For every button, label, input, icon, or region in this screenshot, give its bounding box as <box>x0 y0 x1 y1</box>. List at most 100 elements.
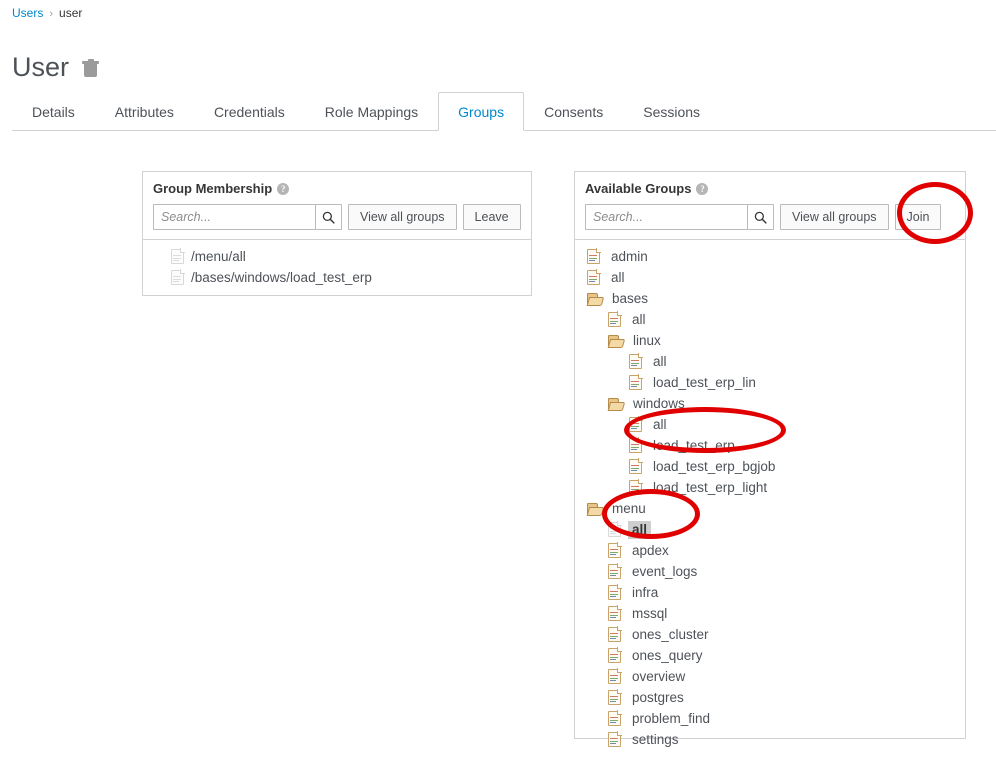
file-icon <box>608 710 622 726</box>
tree-node-apdex[interactable]: apdex <box>575 540 965 561</box>
file-icon <box>587 269 601 285</box>
tab-bar: Details Attributes Credentials Role Mapping… <box>12 92 996 131</box>
tree-node-label: postgres <box>632 689 684 705</box>
file-icon <box>608 542 622 558</box>
tree-node-all[interactable]: all <box>575 267 965 288</box>
tab-label: Details <box>32 104 75 120</box>
tab-sessions[interactable]: Sessions <box>623 92 720 131</box>
tree-node-overview[interactable]: overview <box>575 666 965 687</box>
search-icon <box>322 211 335 224</box>
membership-view-all-groups-button[interactable]: View all groups <box>348 204 457 230</box>
tree-node-bases[interactable]: bases <box>575 288 965 309</box>
file-icon <box>171 248 185 264</box>
tree-node-label: all <box>653 416 667 432</box>
help-icon[interactable]: ? <box>696 182 709 195</box>
tab-role-mappings[interactable]: Role Mappings <box>305 92 438 131</box>
file-icon <box>608 521 622 537</box>
leave-button[interactable]: Leave <box>462 204 521 230</box>
available-view-all-groups-button[interactable]: View all groups <box>780 204 889 230</box>
tree-node-linux[interactable]: linux <box>575 330 965 351</box>
available-search-button[interactable] <box>747 204 774 230</box>
membership-list-item[interactable]: /bases/windows/load_test_erp <box>143 267 531 288</box>
breadcrumb-separator: › <box>49 8 54 20</box>
page-title-row: User <box>12 50 100 84</box>
tree-node-ones_query[interactable]: ones_query <box>575 645 965 666</box>
group-membership-title-row: Group Membership ? <box>153 180 521 197</box>
tree-node-load_test_erp[interactable]: load_test_erp <box>575 435 965 456</box>
tree-node-label: bases <box>612 290 649 306</box>
file-icon <box>608 626 622 642</box>
folder-open-icon <box>586 292 605 305</box>
membership-list-item[interactable]: /menu/all <box>143 246 531 267</box>
tree-node-label: overview <box>632 668 686 684</box>
tree-node-label: linux <box>633 332 661 348</box>
file-icon <box>608 563 622 579</box>
tree-node-settings[interactable]: settings <box>575 729 965 749</box>
available-search-group <box>585 204 774 230</box>
tab-details[interactable]: Details <box>12 92 95 131</box>
folder-open-icon <box>586 502 605 515</box>
tree-node-all[interactable]: all <box>575 519 965 540</box>
membership-item-label: /bases/windows/load_test_erp <box>191 270 372 285</box>
file-icon <box>171 269 185 285</box>
available-search-input[interactable] <box>585 204 747 230</box>
tree-node-label: ones_cluster <box>632 626 709 642</box>
tree-node-label: infra <box>632 584 659 600</box>
tree-node-mssql[interactable]: mssql <box>575 603 965 624</box>
tree-node-windows[interactable]: windows <box>575 393 965 414</box>
breadcrumb-current: user <box>59 6 83 20</box>
tree-node-label: problem_find <box>632 710 711 726</box>
tab-credentials[interactable]: Credentials <box>194 92 305 131</box>
file-icon <box>608 689 622 705</box>
file-icon <box>608 584 622 600</box>
tab-attributes[interactable]: Attributes <box>95 92 194 131</box>
tree-node-all[interactable]: all <box>575 351 965 372</box>
join-button[interactable]: Join <box>894 204 942 230</box>
membership-search-button[interactable] <box>315 204 342 230</box>
folder-open-icon <box>607 334 626 347</box>
tree-node-load_test_erp_bgjob[interactable]: load_test_erp_bgjob <box>575 456 965 477</box>
tree-node-label: settings <box>632 731 679 747</box>
tree-node-label: ones_query <box>632 647 703 663</box>
tree-node-all[interactable]: all <box>575 309 965 330</box>
file-icon <box>608 311 622 327</box>
available-groups-header: Available Groups ? View all groups Join <box>575 172 965 239</box>
tab-label: Consents <box>544 104 604 120</box>
tab-label: Role Mappings <box>324 104 419 120</box>
tree-node-infra[interactable]: infra <box>575 582 965 603</box>
group-membership-header: Group Membership ? View all groups Leave <box>143 172 531 239</box>
tree-node-admin[interactable]: admin <box>575 246 965 267</box>
tree-node-all[interactable]: all <box>575 414 965 435</box>
help-icon[interactable]: ? <box>277 182 290 195</box>
page-title: User <box>12 52 70 82</box>
membership-search-input[interactable] <box>153 204 315 230</box>
tree-node-label: all <box>632 311 646 327</box>
tab-groups[interactable]: Groups <box>438 92 525 131</box>
tree-node-label: mssql <box>632 605 668 621</box>
available-groups-title: Available Groups <box>585 181 692 196</box>
tree-node-label: load_test_erp_bgjob <box>653 458 776 474</box>
breadcrumb-link-users[interactable]: Users <box>12 6 43 20</box>
tree-node-load_test_erp_light[interactable]: load_test_erp_light <box>575 477 965 498</box>
tree-node-label: load_test_erp_lin <box>653 374 756 390</box>
tab-label: Sessions <box>643 104 701 120</box>
file-icon <box>587 248 601 264</box>
folder-open-icon <box>607 397 626 410</box>
file-icon <box>629 416 643 432</box>
tree-node-problem_find[interactable]: problem_find <box>575 708 965 729</box>
file-icon <box>629 353 643 369</box>
membership-search-group <box>153 204 342 230</box>
group-membership-title: Group Membership <box>153 181 273 196</box>
tree-node-label: all <box>628 520 652 539</box>
tree-node-postgres[interactable]: postgres <box>575 687 965 708</box>
tree-node-menu[interactable]: menu <box>575 498 965 519</box>
file-icon <box>608 668 622 684</box>
tab-label: Attributes <box>114 104 174 120</box>
tab-label: Credentials <box>213 104 285 120</box>
tree-node-event_logs[interactable]: event_logs <box>575 561 965 582</box>
tree-node-ones_cluster[interactable]: ones_cluster <box>575 624 965 645</box>
tree-node-label: menu <box>612 500 646 516</box>
tree-node-load_test_erp_lin[interactable]: load_test_erp_lin <box>575 372 965 393</box>
tab-consents[interactable]: Consents <box>524 92 623 131</box>
trash-icon[interactable] <box>82 59 100 79</box>
